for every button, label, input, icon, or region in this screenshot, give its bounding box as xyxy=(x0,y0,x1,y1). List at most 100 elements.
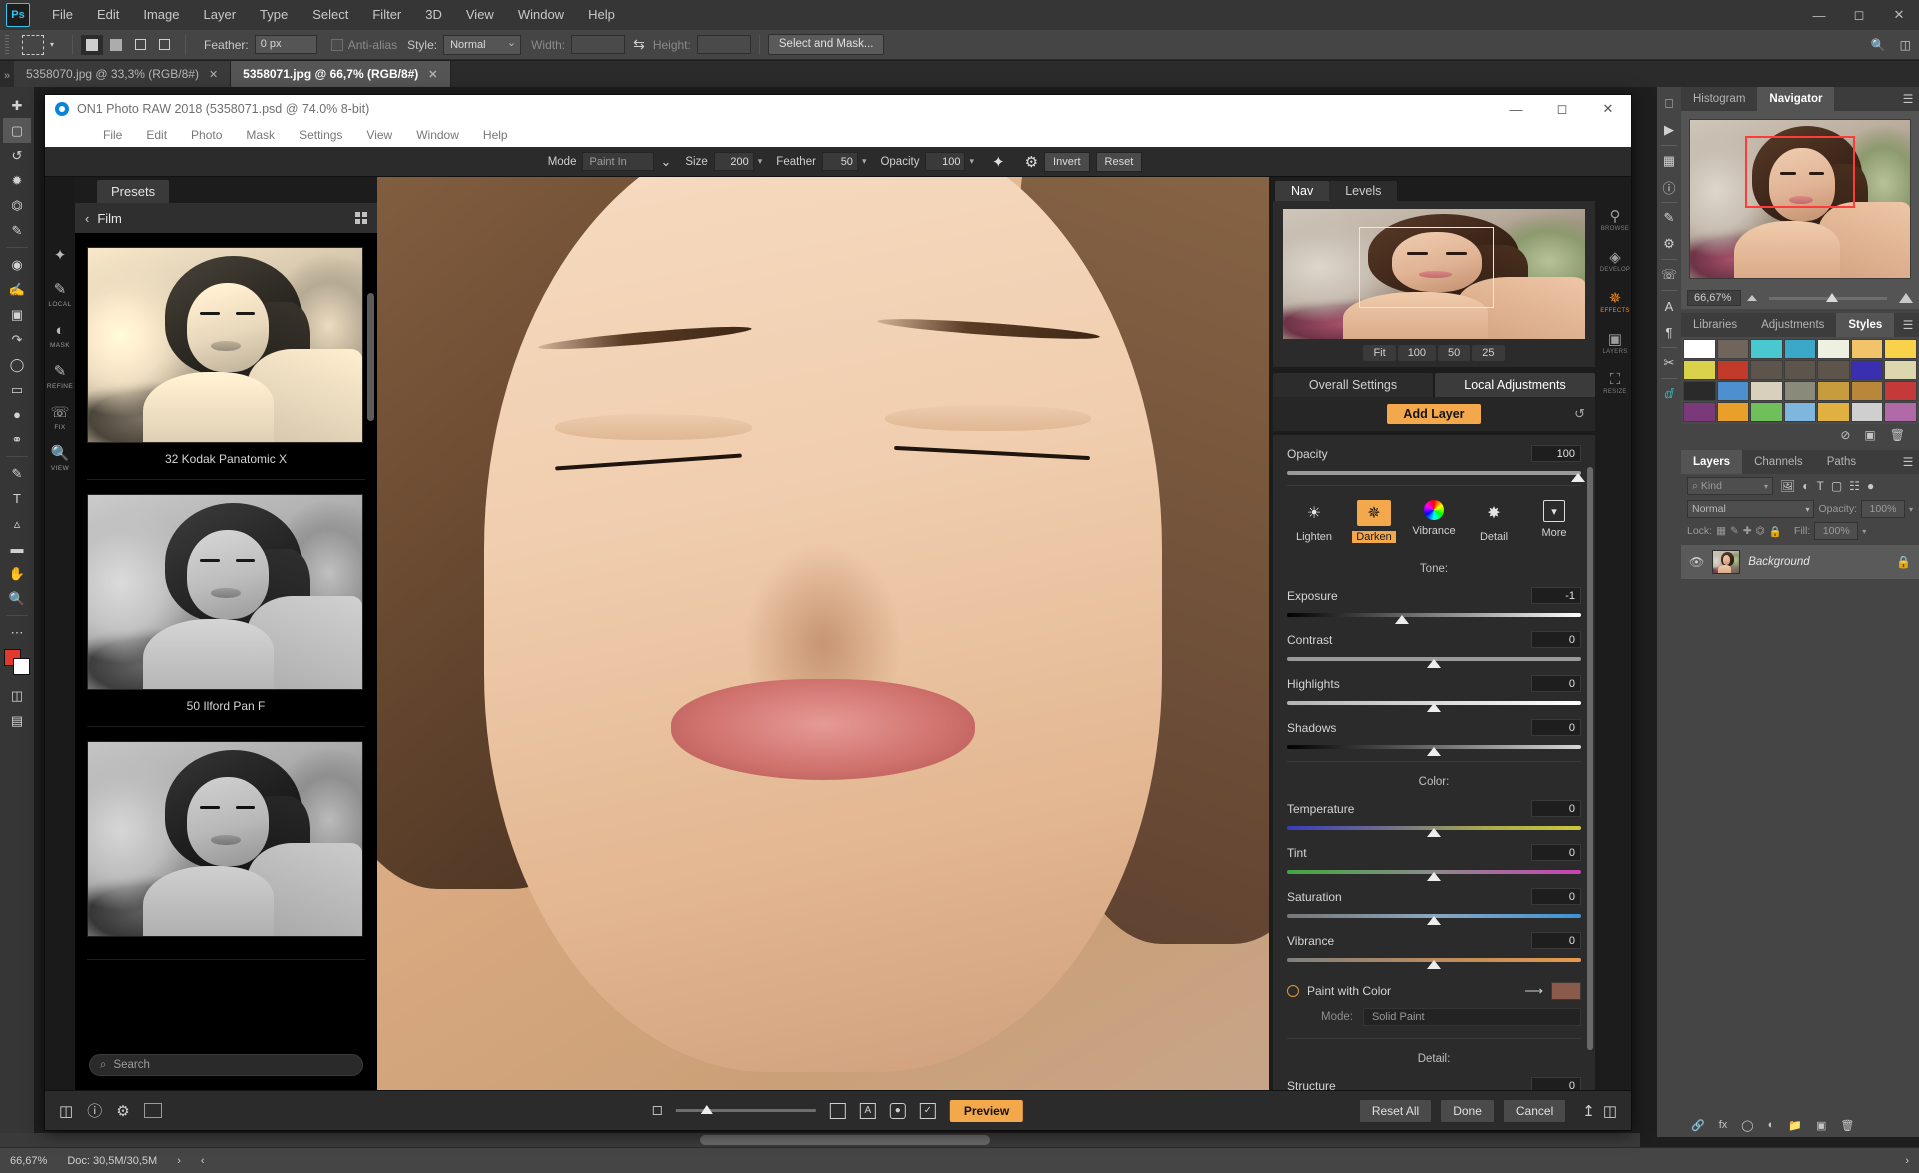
style-swatch[interactable] xyxy=(1850,381,1884,401)
panel-menu-icon[interactable]: ☰ xyxy=(1897,450,1919,474)
style-swatch[interactable] xyxy=(1683,339,1716,359)
close-icon[interactable]: ✕ xyxy=(1879,0,1919,30)
gear-icon[interactable]: ⚙ xyxy=(1025,153,1038,171)
eyedropper-tool[interactable]: ✎ xyxy=(3,218,31,243)
zoom-out-icon[interactable] xyxy=(1747,295,1757,301)
tab-bar-grip[interactable]: » xyxy=(0,70,14,87)
swap-arrows-icon[interactable]: ⇆ xyxy=(633,36,645,53)
preview-button[interactable]: Preview xyxy=(949,1099,1024,1122)
style-swatch[interactable] xyxy=(1817,381,1850,401)
on1-menu-window[interactable]: Window xyxy=(404,128,471,142)
tint-value[interactable]: 0 xyxy=(1531,844,1581,861)
reset-button[interactable]: Reset xyxy=(1095,151,1143,172)
close-icon[interactable]: ✕ xyxy=(209,68,218,81)
tab-layers[interactable]: Layers xyxy=(1681,450,1743,474)
tab-histogram[interactable]: Histogram xyxy=(1681,87,1757,111)
paint-with-color-row[interactable]: Paint with Color ⟶ xyxy=(1287,966,1581,1000)
style-swatch[interactable] xyxy=(1750,360,1783,380)
on1-tool-refine[interactable]: ✎ REFINE xyxy=(47,363,73,390)
menu-select[interactable]: Select xyxy=(300,0,360,30)
clone-stamp-tool[interactable]: ▣ xyxy=(3,302,31,327)
feather-chevron-down-icon[interactable]: ▾ xyxy=(862,156,867,167)
presets-search-box[interactable]: ⌕ Search xyxy=(89,1054,363,1076)
style-swatch[interactable] xyxy=(1683,360,1716,380)
fit-icon[interactable] xyxy=(829,1102,846,1119)
add-to-selection-button[interactable] xyxy=(105,35,127,55)
history-brush-tool[interactable]: ↷ xyxy=(3,327,31,352)
blend-mode-select[interactable]: Normal ▾ xyxy=(1687,500,1815,518)
adjustment-filter-icon[interactable]: ◐ xyxy=(1802,479,1809,493)
size-value[interactable]: 200 xyxy=(713,152,754,171)
height-input[interactable] xyxy=(696,35,751,54)
style-swatch[interactable] xyxy=(1716,360,1750,380)
quick-selection-tool[interactable]: ✹ xyxy=(3,168,31,193)
shadows-slider[interactable] xyxy=(1287,745,1581,756)
feather-value[interactable]: 50 xyxy=(821,152,858,171)
panels-toggle-icon[interactable]: ◫ xyxy=(59,1102,73,1120)
lock-transparency-icon[interactable]: ▦ xyxy=(1716,525,1726,537)
tool-presets-icon[interactable]: ✂ xyxy=(1658,350,1680,376)
move-tool[interactable]: ✚ xyxy=(3,93,31,118)
controls-scrollbar[interactable] xyxy=(1587,467,1593,1050)
layer-kind-filter[interactable]: ⌕ Kind ▾ xyxy=(1687,477,1773,495)
marquee-tool[interactable]: ▢ xyxy=(3,118,31,143)
feather-input[interactable]: 0 px xyxy=(254,35,317,54)
zoom-tool[interactable]: 🔍 xyxy=(3,586,31,611)
module-browse[interactable]: ⚲ BROWSE xyxy=(1601,207,1629,232)
width-input[interactable] xyxy=(571,35,626,54)
invert-button[interactable]: Invert xyxy=(1044,151,1090,172)
on1-tool-fix[interactable]: ☏ FIX xyxy=(51,404,70,431)
panel-menu-icon[interactable]: ☰ xyxy=(1897,87,1919,111)
style-swatch[interactable] xyxy=(1884,402,1917,422)
tab-overall-settings[interactable]: Overall Settings xyxy=(1273,373,1433,397)
zoom-fit-button[interactable]: Fit xyxy=(1363,345,1396,361)
spot-healing-brush-tool[interactable]: ◉ xyxy=(3,252,31,277)
module-vibrance[interactable]: Vibrance xyxy=(1409,500,1459,543)
menu-file[interactable]: File xyxy=(40,0,85,30)
on1-tool-magic-wand[interactable]: ✦ xyxy=(54,247,67,267)
brush-settings-icon[interactable]: ✎ xyxy=(1658,205,1680,231)
document-tab-5358070[interactable]: 5358070.jpg @ 33,3% (RGB/8#) ✕ xyxy=(14,61,232,87)
chevron-left-icon[interactable]: ‹ xyxy=(85,211,89,226)
on1-navigator-view-rectangle[interactable] xyxy=(1358,227,1495,308)
reset-arrow-icon[interactable]: ↺ xyxy=(1574,406,1585,422)
clone-source-icon[interactable]: ☏ xyxy=(1658,262,1680,288)
contrast-slider[interactable] xyxy=(1287,657,1581,668)
eraser-tool[interactable]: ◯ xyxy=(3,352,31,377)
arrange-documents-icon[interactable]: ◫ xyxy=(1900,38,1911,52)
style-swatch[interactable] xyxy=(1683,381,1716,401)
type-filter-icon[interactable]: T xyxy=(1816,479,1823,493)
mode-value[interactable]: Paint In xyxy=(582,152,655,171)
paint-mode-value[interactable]: Solid Paint xyxy=(1362,1008,1581,1026)
on1-navigator-thumbnail[interactable] xyxy=(1283,209,1585,339)
crop-tool[interactable]: ⏣ xyxy=(3,193,31,218)
shape-filter-icon[interactable]: ▢ xyxy=(1831,479,1842,493)
opacity-slider[interactable] xyxy=(1287,471,1586,482)
done-button[interactable]: Done xyxy=(1440,1098,1495,1123)
close-icon[interactable]: ✕ xyxy=(1585,95,1631,123)
style-swatch[interactable] xyxy=(1783,360,1817,380)
link-layers-icon[interactable]: 🔗 xyxy=(1691,1119,1705,1132)
eyedropper-icon[interactable]: ⟶ xyxy=(1524,983,1543,999)
style-swatch[interactable] xyxy=(1884,360,1917,380)
highlights-value[interactable]: 0 xyxy=(1531,675,1581,692)
menu-edit[interactable]: Edit xyxy=(85,0,131,30)
style-swatch[interactable] xyxy=(1783,402,1817,422)
vibrance-value[interactable]: 0 xyxy=(1531,932,1581,949)
grid-view-icon[interactable] xyxy=(355,212,367,224)
brush-tool[interactable]: ✍ xyxy=(3,277,31,302)
brush-presets-icon[interactable]: ⚙ xyxy=(1658,231,1680,257)
checkmark-icon[interactable]: ✓ xyxy=(919,1102,936,1119)
opacity-value[interactable]: 100 xyxy=(925,152,966,171)
style-swatch[interactable] xyxy=(1783,339,1817,359)
canvas-horizontal-scrollbar[interactable] xyxy=(0,1133,1640,1147)
panel-menu-icon[interactable]: ☰ xyxy=(1897,313,1919,337)
menu-filter[interactable]: Filter xyxy=(360,0,413,30)
reset-all-button[interactable]: Reset All xyxy=(1358,1098,1433,1123)
style-swatch[interactable] xyxy=(1884,339,1917,359)
on1-menu-photo[interactable]: Photo xyxy=(179,128,234,142)
status-chevron-icon[interactable]: › xyxy=(167,1155,191,1167)
play-actions-icon[interactable]: ▶ xyxy=(1658,117,1680,143)
adjustment-layer-icon[interactable]: ◐ xyxy=(1768,1119,1775,1131)
hand-tool[interactable]: ✋ xyxy=(3,561,31,586)
